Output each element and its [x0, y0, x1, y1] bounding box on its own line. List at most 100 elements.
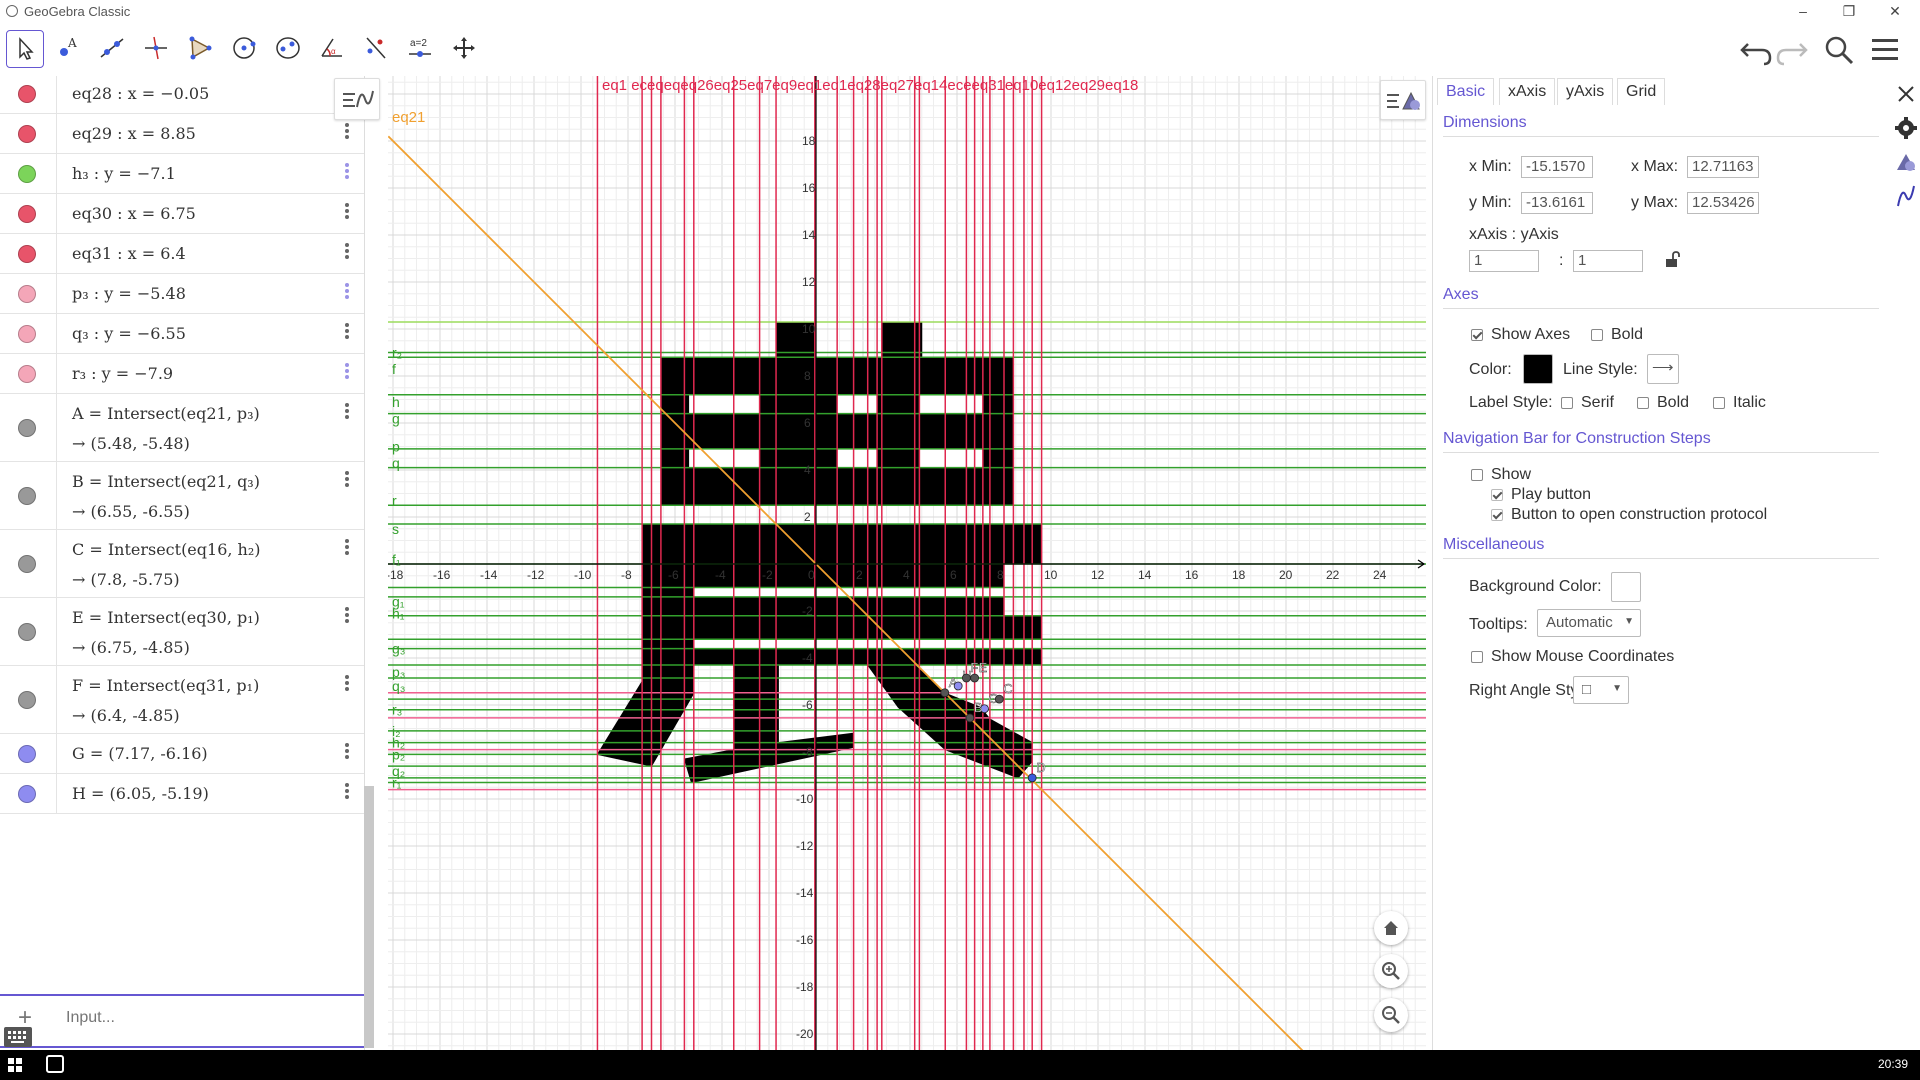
- home-button[interactable]: [1374, 911, 1408, 945]
- settings-side-button[interactable]: [1894, 116, 1918, 140]
- circle-tool[interactable]: [226, 30, 264, 68]
- algebra-definition[interactable]: eq30 : x = 6.75: [72, 204, 196, 223]
- ymax-field[interactable]: 12.53426: [1687, 192, 1759, 214]
- algebra-definition[interactable]: eq28 : x = −0.05: [72, 84, 209, 103]
- tab-basic[interactable]: Basic: [1437, 78, 1495, 105]
- visibility-toggle[interactable]: [18, 691, 36, 709]
- row-menu-icon[interactable]: [340, 402, 354, 422]
- keyboard-button[interactable]: [4, 1027, 32, 1047]
- angle-tool[interactable]: α: [314, 30, 352, 68]
- visibility-toggle[interactable]: [18, 623, 36, 641]
- line-tool[interactable]: [94, 30, 132, 68]
- windows-start-icon[interactable]: [8, 1058, 22, 1072]
- visibility-toggle[interactable]: [18, 285, 36, 303]
- algebra-definition[interactable]: h₃ : y = −7.1: [72, 164, 176, 183]
- play-button-checkbox[interactable]: [1491, 489, 1503, 501]
- algebra-definition[interactable]: H = (6.05, -5.19): [72, 784, 209, 803]
- ratio-y-field[interactable]: 1: [1573, 250, 1643, 272]
- row-menu-icon[interactable]: [340, 606, 354, 626]
- algebra-definition[interactable]: eq29 : x = 8.85: [72, 124, 196, 143]
- algebra-definition[interactable]: G = (7.17, -6.16): [72, 744, 208, 763]
- redo-button[interactable]: [1774, 34, 1810, 66]
- algebra-row[interactable]: E = Intersect(eq30, p₁) → (6.75, -4.85): [0, 598, 364, 666]
- algebra-row[interactable]: eq30 : x = 6.75: [0, 194, 364, 234]
- row-menu-icon[interactable]: [340, 362, 354, 382]
- restore-button[interactable]: ❐: [1826, 0, 1872, 24]
- graphics-style-button[interactable]: [1380, 80, 1426, 120]
- algebra-style-button[interactable]: [334, 78, 380, 120]
- visibility-toggle[interactable]: [18, 745, 36, 763]
- row-menu-icon[interactable]: [340, 162, 354, 182]
- algebra-scrollbar[interactable]: [364, 786, 374, 1048]
- row-menu-icon[interactable]: [340, 538, 354, 558]
- row-menu-icon[interactable]: [340, 674, 354, 694]
- line-style-dropdown[interactable]: ⟶: [1647, 354, 1679, 384]
- ratio-x-field[interactable]: 1: [1469, 250, 1539, 272]
- close-window-button[interactable]: ✕: [1872, 0, 1918, 24]
- algebra-row[interactable]: q₃ : y = −6.55: [0, 314, 364, 354]
- ellipse-tool[interactable]: [270, 30, 308, 68]
- visibility-toggle[interactable]: [18, 245, 36, 263]
- algebra-row[interactable]: eq29 : x = 8.85: [0, 114, 364, 154]
- algebra-definition[interactable]: F = Intersect(eq31, p₁): [72, 676, 259, 695]
- reflect-tool[interactable]: [358, 30, 396, 68]
- algebra-row[interactable]: F = Intersect(eq31, p₁) → (6.4, -4.85): [0, 666, 364, 734]
- algebra-row[interactable]: C = Intersect(eq16, h₂) → (7.8, -5.75): [0, 530, 364, 598]
- serif-checkbox[interactable]: [1561, 397, 1573, 409]
- zoom-out-button[interactable]: [1374, 998, 1408, 1032]
- visibility-toggle[interactable]: [18, 165, 36, 183]
- graphics-view-side-button[interactable]: [1894, 150, 1918, 174]
- visibility-toggle[interactable]: [18, 555, 36, 573]
- visibility-toggle[interactable]: [18, 785, 36, 803]
- axes-color-swatch[interactable]: [1523, 354, 1553, 384]
- visibility-toggle[interactable]: [18, 365, 36, 383]
- algebra-row[interactable]: r₃ : y = −7.9: [0, 354, 364, 394]
- algebra-definition[interactable]: p₃ : y = −5.48: [72, 284, 186, 303]
- algebra-definition[interactable]: r₃ : y = −7.9: [72, 364, 173, 383]
- point-tool[interactable]: A: [50, 30, 88, 68]
- algebra-definition[interactable]: A = Intersect(eq21, p₃): [72, 404, 260, 423]
- graphics-view[interactable]: -18-16-14-12-10-8-6-4-202468101214161820…: [388, 76, 1426, 1050]
- row-menu-icon[interactable]: [340, 122, 354, 142]
- algebra-definition[interactable]: B = Intersect(eq21, q₃): [72, 472, 260, 491]
- algebra-side-button[interactable]: [1894, 184, 1918, 208]
- move-tool[interactable]: [6, 30, 44, 68]
- algebra-row[interactable]: p₃ : y = −5.48: [0, 274, 364, 314]
- tab-xaxis[interactable]: xAxis: [1499, 78, 1556, 105]
- algebra-input[interactable]: [64, 1008, 338, 1028]
- tab-grid[interactable]: Grid: [1617, 78, 1666, 105]
- algebra-row[interactable]: A = Intersect(eq21, p₃) → (5.48, -5.48): [0, 394, 364, 462]
- bold-label-checkbox[interactable]: [1637, 397, 1649, 409]
- algebra-definition[interactable]: E = Intersect(eq30, p₁): [72, 608, 260, 627]
- background-color-swatch[interactable]: [1611, 572, 1641, 602]
- bold-axes-checkbox[interactable]: [1591, 329, 1603, 341]
- ymin-field[interactable]: -13.6161: [1521, 192, 1593, 214]
- row-menu-icon[interactable]: [340, 782, 354, 802]
- xmax-field[interactable]: 12.71163: [1687, 156, 1759, 178]
- algebra-row[interactable]: eq28 : x = −0.05: [0, 76, 364, 114]
- slider-tool[interactable]: a=2: [402, 30, 440, 68]
- visibility-toggle[interactable]: [18, 325, 36, 343]
- algebra-definition[interactable]: C = Intersect(eq16, h₂): [72, 540, 261, 559]
- tooltips-dropdown[interactable]: Automatic ▼: [1537, 609, 1641, 637]
- row-menu-icon[interactable]: [340, 282, 354, 302]
- algebra-row[interactable]: h₃ : y = −7.1: [0, 154, 364, 194]
- main-menu-button[interactable]: [1868, 34, 1904, 66]
- right-angle-dropdown[interactable]: □ ▼: [1573, 676, 1629, 704]
- graphics-canvas[interactable]: -18-16-14-12-10-8-6-4-202468101214161820…: [388, 76, 1426, 1050]
- tab-yaxis[interactable]: yAxis: [1557, 78, 1614, 105]
- italic-checkbox[interactable]: [1713, 397, 1725, 409]
- algebra-definition[interactable]: q₃ : y = −6.55: [72, 324, 186, 343]
- row-menu-icon[interactable]: [340, 242, 354, 262]
- close-properties-button[interactable]: [1896, 84, 1916, 104]
- row-menu-icon[interactable]: [340, 322, 354, 342]
- visibility-toggle[interactable]: [18, 205, 36, 223]
- algebra-row[interactable]: eq31 : x = 6.4: [0, 234, 364, 274]
- nav-show-checkbox[interactable]: [1471, 469, 1483, 481]
- visibility-toggle[interactable]: [18, 419, 36, 437]
- geogebra-taskbar-icon[interactable]: [46, 1055, 64, 1073]
- visibility-toggle[interactable]: [18, 125, 36, 143]
- show-axes-checkbox[interactable]: [1471, 329, 1483, 341]
- algebra-row[interactable]: G = (7.17, -6.16): [0, 734, 364, 774]
- polygon-tool[interactable]: [182, 30, 220, 68]
